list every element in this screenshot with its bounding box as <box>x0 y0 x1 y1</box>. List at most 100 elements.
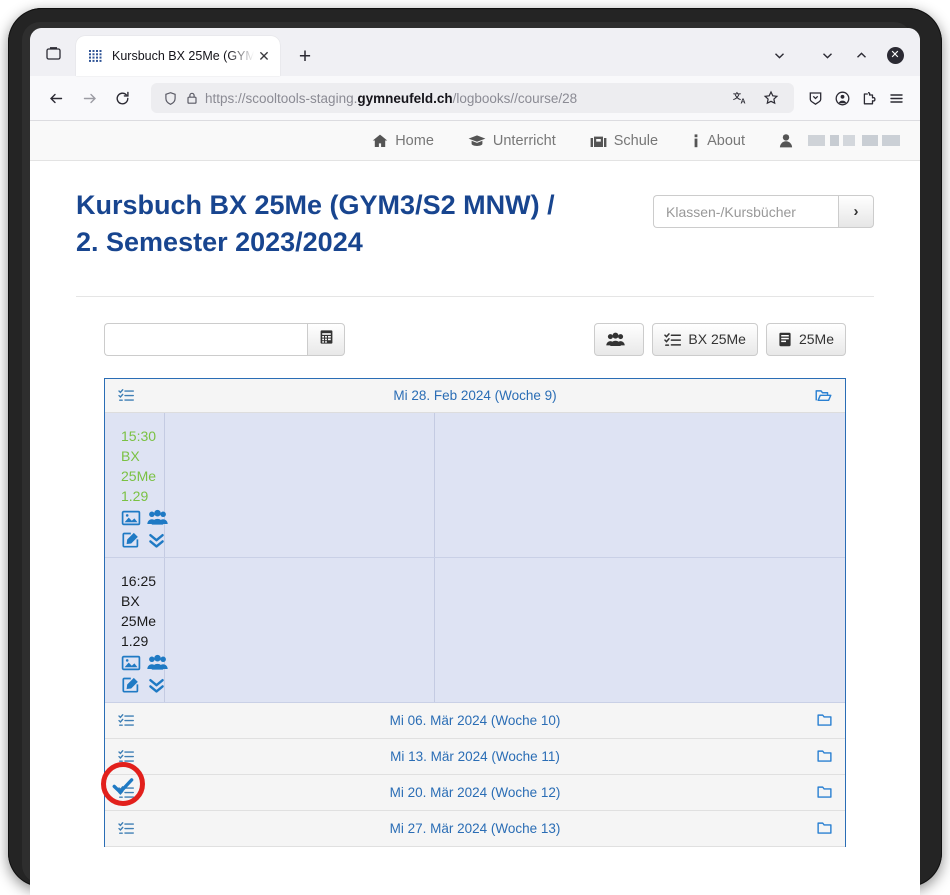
forward-button[interactable] <box>73 82 106 115</box>
nav-item-unterricht[interactable]: Unterricht <box>468 133 556 149</box>
people-group-icon[interactable] <box>147 509 168 527</box>
task-list-icon[interactable] <box>118 749 174 763</box>
maximize-button[interactable] <box>844 40 878 70</box>
calendar-button[interactable] <box>307 322 345 356</box>
browser-tab[interactable]: Kursbuch BX 25Me (GYM3/ ✕ <box>76 36 280 76</box>
chevron-double-down-icon[interactable] <box>147 531 166 549</box>
collapsed-week-row[interactable]: Mi 13. Mär 2024 (Woche 11) <box>105 738 845 775</box>
week-header-date: Mi 28. Feb 2024 (Woche 9) <box>393 387 557 403</box>
edit-note-icon[interactable] <box>121 531 141 549</box>
logbook-table: Mi 28. Feb 2024 (Woche 9) 15:30 BX 25Me <box>101 377 846 847</box>
url-path: /logbooks//course/28 <box>452 90 578 106</box>
date-picker <box>104 322 345 356</box>
browser-navigation-bar: https://scooltools-staging.gymneufeld.ch… <box>30 76 920 121</box>
lesson-homework-cell[interactable] <box>435 558 845 702</box>
collapsed-week-date: Mi 27. Mär 2024 (Woche 13) <box>389 820 561 836</box>
page-title: Kursbuch BX 25Me (GYM3/S2 MNW) / 2. Seme… <box>76 161 596 262</box>
collapsed-week-date: Mi 13. Mär 2024 (Woche 11) <box>390 748 560 764</box>
site-navigation: Home Unterricht Schule About <box>30 121 920 161</box>
firefox-view-button[interactable] <box>30 33 76 73</box>
lesson-content-cell[interactable] <box>165 557 435 702</box>
lesson-content-cell[interactable] <box>165 412 435 557</box>
task-list-icon[interactable] <box>118 821 174 835</box>
lesson-time: 16:25 <box>121 572 157 589</box>
lesson-meta: 16:25 BX 25Me 1.29 <box>101 557 168 806</box>
browser-toolbar-actions <box>802 82 910 115</box>
logbook-selector-go-button[interactable]: › <box>838 195 874 228</box>
translate-icon[interactable]: 文A <box>726 83 756 113</box>
nav-item-about[interactable]: About <box>692 133 745 149</box>
collapsed-week-row[interactable]: Mi 20. Mär 2024 (Woche 12) <box>105 774 845 811</box>
people-group-icon <box>606 332 626 347</box>
extensions-button[interactable] <box>856 82 883 115</box>
user-name-redacted <box>808 135 900 146</box>
folder-icon[interactable] <box>776 785 832 799</box>
collapsed-week-date: Mi 06. Mär 2024 (Woche 10) <box>389 712 561 728</box>
logbook-action-buttons: BX 25Me 25Me <box>594 322 846 356</box>
folder-icon[interactable] <box>776 821 832 835</box>
tab-list-button[interactable] <box>762 40 796 70</box>
logbook-toolbar: BX 25Me 25Me <box>76 322 874 356</box>
calendar-icon <box>319 329 334 350</box>
firefox-view-icon <box>45 45 62 62</box>
image-icon[interactable] <box>121 654 141 672</box>
task-list-icon[interactable] <box>118 713 174 727</box>
svg-text:A: A <box>741 99 746 106</box>
logbook-selector-input[interactable]: Klassen-/Kursbücher <box>653 195 838 228</box>
browser-tab-strip: Kursbuch BX 25Me (GYM3/ ✕ + ✕ <box>30 28 920 76</box>
class-button[interactable]: 25Me <box>765 322 846 356</box>
shield-icon <box>159 91 181 106</box>
chevron-double-down-icon[interactable] <box>147 676 166 694</box>
course-button[interactable]: BX 25Me <box>652 322 758 356</box>
page-title-block: Kursbuch BX 25Me (GYM3/S2 MNW) / 2. Seme… <box>76 161 653 262</box>
lesson-row[interactable]: 16:25 BX 25Me 1.29 <box>101 557 845 806</box>
grid-favicon <box>87 48 103 64</box>
minimize-button[interactable] <box>810 40 844 70</box>
lock-icon <box>181 91 203 105</box>
nav-item-home[interactable]: Home <box>372 133 434 149</box>
page-header: Kursbuch BX 25Me (GYM3/S2 MNW) / 2. Seme… <box>76 161 874 262</box>
people-group-icon[interactable] <box>147 654 168 672</box>
lesson-homework-cell[interactable] <box>435 413 845 557</box>
graduation-cap-icon <box>468 133 486 149</box>
page-title-line2: 2. Semester 2023/2024 <box>76 227 363 258</box>
edit-note-icon[interactable] <box>121 676 141 694</box>
date-input[interactable] <box>104 322 307 356</box>
collapsed-week-row[interactable]: Mi 27. Mär 2024 (Woche 13) <box>105 810 845 847</box>
lesson-time: 15:30 <box>121 427 157 444</box>
account-button[interactable] <box>829 82 856 115</box>
page-content: Home Unterricht Schule About Kursbuch BX… <box>30 121 920 895</box>
lesson-group: 25Me <box>121 612 157 629</box>
tab-close-icon[interactable]: ✕ <box>254 46 274 66</box>
check-icon[interactable] <box>111 774 135 798</box>
nav-item-user[interactable] <box>779 133 900 149</box>
close-window-button[interactable]: ✕ <box>878 40 912 70</box>
back-button[interactable] <box>40 82 73 115</box>
folder-open-icon[interactable] <box>776 388 832 403</box>
image-icon[interactable] <box>121 509 141 527</box>
week-header-row[interactable]: Mi 28. Feb 2024 (Woche 9) <box>105 378 845 413</box>
reload-button[interactable] <box>106 82 139 115</box>
task-list-icon <box>664 332 682 347</box>
lesson-row[interactable]: 15:30 BX 25Me 1.29 <box>105 412 845 558</box>
nav-item-home-label: Home <box>395 132 434 149</box>
nav-item-schule[interactable]: Schule <box>590 133 658 149</box>
url-bar[interactable]: https://scooltools-staging.gymneufeld.ch… <box>151 83 794 113</box>
class-button-label: 25Me <box>798 331 834 347</box>
main-content: Kursbuch BX 25Me (GYM3/S2 MNW) / 2. Seme… <box>30 161 920 847</box>
task-list-icon[interactable] <box>118 388 174 402</box>
collapsed-week-row[interactable]: Mi 06. Mär 2024 (Woche 10) <box>105 702 845 739</box>
lesson-subject: BX <box>121 447 140 464</box>
folder-icon[interactable] <box>776 713 832 727</box>
course-button-label: BX 25Me <box>688 331 746 347</box>
bookmark-star-icon[interactable] <box>756 83 786 113</box>
window-controls: ✕ <box>762 40 920 70</box>
nav-item-unterricht-label: Unterricht <box>492 132 556 149</box>
app-menu-button[interactable] <box>883 82 910 115</box>
logbook-selector: Klassen-/Kursbücher › <box>653 195 874 228</box>
downloads-button[interactable] <box>802 82 829 115</box>
new-tab-button[interactable]: + <box>288 39 322 73</box>
folder-icon[interactable] <box>776 749 832 763</box>
collapsed-week-date: Mi 20. Mär 2024 (Woche 12) <box>389 784 561 800</box>
students-button[interactable] <box>594 322 645 356</box>
